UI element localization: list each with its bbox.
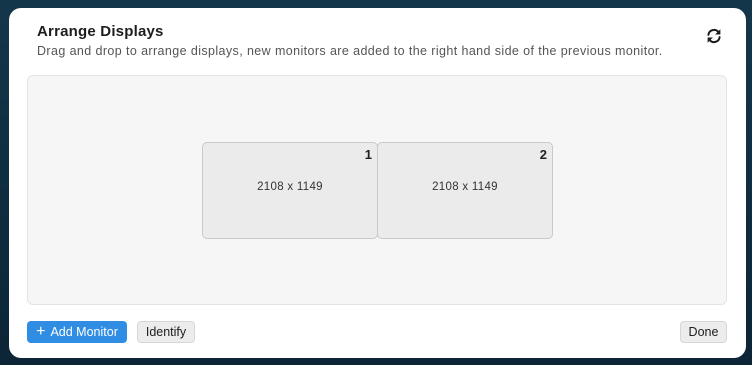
dialog-title: Arrange Displays: [37, 23, 164, 40]
add-monitor-label: Add Monitor: [50, 325, 118, 339]
add-monitor-button[interactable]: + Add Monitor: [27, 321, 127, 343]
refresh-icon[interactable]: [705, 27, 723, 45]
dialog-subtitle: Drag and drop to arrange displays, new m…: [37, 44, 663, 58]
monitor-number: 1: [364, 147, 372, 162]
monitor-2[interactable]: 2 2108 x 1149: [377, 142, 553, 239]
monitor-resolution: 2108 x 1149: [257, 181, 323, 193]
monitor-1[interactable]: 1 2108 x 1149: [202, 142, 378, 239]
monitor-number: 2: [539, 147, 547, 162]
monitor-resolution: 2108 x 1149: [432, 181, 498, 193]
identify-button[interactable]: Identify: [137, 321, 195, 343]
arrange-displays-dialog: Arrange Displays Drag and drop to arrang…: [9, 8, 746, 358]
plus-icon: +: [36, 323, 46, 340]
display-arrangement-area: 1 2108 x 1149 2 2108 x 1149: [27, 75, 727, 305]
done-button[interactable]: Done: [680, 321, 727, 343]
